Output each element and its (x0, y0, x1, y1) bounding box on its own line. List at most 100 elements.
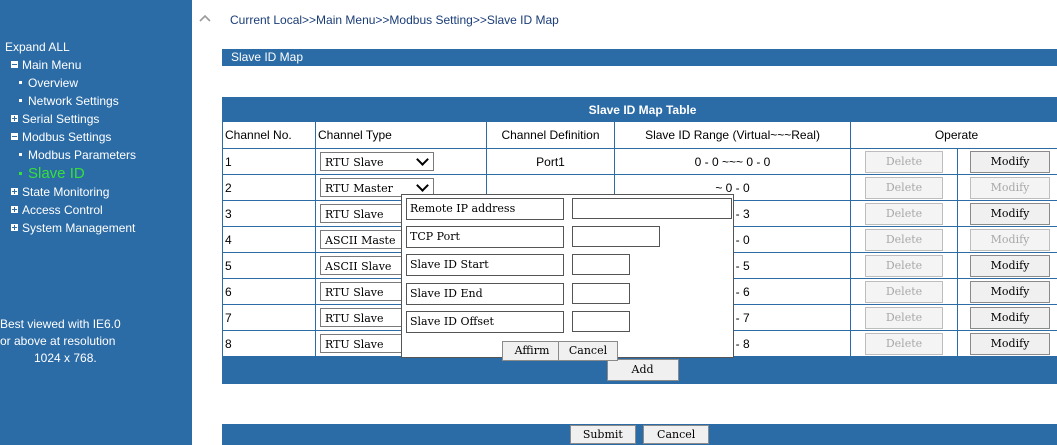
modify-cell: Modify (956, 200, 1057, 227)
modify-cell: Modify (956, 174, 1057, 201)
delete-button[interactable]: Delete (865, 202, 943, 225)
sidebar-item-modbus-parameters[interactable]: Modbus Parameters (0, 146, 192, 164)
delete-cell: Delete (850, 174, 958, 201)
modify-cell: Modify (956, 252, 1057, 279)
delete-button[interactable]: Delete (865, 176, 943, 199)
sidebar-item-label: Slave ID (28, 165, 85, 182)
channel-type-value: RTU Slave (325, 286, 384, 299)
channel-no: 6 (222, 278, 316, 305)
channel-type-value: RTU Slave (325, 338, 384, 351)
delete-button[interactable]: Delete (865, 228, 943, 251)
slave-id-offset-input[interactable] (572, 311, 630, 332)
sidebar-item-label: Serial Settings (22, 112, 100, 126)
channel-type-value: RTU Master (325, 182, 393, 195)
add-cell: Add (221, 356, 1057, 384)
plus-box-icon (11, 224, 18, 232)
channel-type-value: ASCII Slave (325, 260, 392, 273)
table-title-row: Slave ID Map Table (221, 97, 1057, 122)
delete-cell: Delete (850, 278, 958, 305)
remote-ip-address-label: Remote IP address (406, 198, 564, 220)
sidebar-item-slave-id[interactable]: Slave ID (0, 164, 192, 183)
modify-cell: Modify (956, 226, 1057, 253)
modify-cell: Modify (956, 304, 1057, 331)
table-title: Slave ID Map Table (221, 97, 1057, 122)
bullet-icon (19, 99, 22, 103)
channel-type-select[interactable]: RTU Slave (320, 152, 434, 171)
popup-cancel-button[interactable]: Cancel (558, 341, 618, 361)
column-header: Channel No. (222, 121, 316, 149)
browser-note: Best viewed with IE6.0 or above at resol… (0, 316, 130, 367)
sidebar-item-label: State Monitoring (22, 185, 110, 199)
chevron-down-icon (416, 153, 429, 166)
delete-button[interactable]: Delete (865, 254, 943, 277)
slave-id-end-input[interactable] (572, 283, 630, 304)
chevron-down-icon (416, 179, 429, 192)
modify-button[interactable]: Modify (970, 150, 1051, 173)
browser-note-line: or above at resolution (0, 334, 116, 348)
modify-button[interactable]: Modify (970, 202, 1051, 225)
popup-actions: Affirm Cancel (502, 341, 618, 361)
delete-cell: Delete (850, 148, 958, 175)
sidebar-item-label: Modbus Parameters (28, 148, 137, 162)
plus-box-icon (11, 188, 18, 196)
modify-button[interactable]: Modify (970, 228, 1051, 251)
sidebar-item-access-control[interactable]: Access Control (0, 201, 192, 219)
plus-box-icon (11, 206, 18, 214)
scroll-up-icon[interactable] (199, 13, 211, 23)
column-header: Slave ID Range (Virtual~~~Real) (614, 121, 851, 149)
minus-box-icon (11, 61, 18, 69)
sidebar-item-serial-settings[interactable]: Serial Settings (0, 110, 192, 128)
add-row: Add (221, 356, 1057, 384)
section-header: Slave ID Map (222, 49, 1057, 66)
bullet-icon (19, 81, 22, 85)
tcp-port-label: TCP Port (406, 226, 564, 248)
sidebar-item-system-management[interactable]: System Management (0, 219, 192, 237)
channel-type-value: ASCII Maste (325, 234, 396, 247)
add-button[interactable]: Add (606, 359, 679, 381)
modify-button[interactable]: Modify (970, 280, 1051, 303)
sidebar-item-overview[interactable]: Overview (0, 74, 192, 92)
sidebar-item-network-settings[interactable]: Network Settings (0, 92, 192, 110)
delete-button[interactable]: Delete (865, 306, 943, 329)
tcp-port-input[interactable] (572, 226, 660, 247)
submit-button[interactable]: Submit (569, 425, 636, 444)
modify-button[interactable]: Modify (970, 254, 1051, 277)
modify-cell: Modify (956, 330, 1057, 357)
remote-ip-address-input[interactable] (572, 198, 732, 219)
sidebar-item-label: Overview (28, 76, 79, 90)
channel-no: 5 (222, 252, 316, 279)
submit-bar: Submit Cancel (222, 424, 1057, 445)
delete-button[interactable]: Delete (865, 332, 943, 355)
sidebar-item-modbus-settings[interactable]: Modbus Settings (0, 128, 192, 146)
channel-no: 2 (222, 174, 316, 201)
minus-box-icon (11, 133, 18, 141)
delete-button[interactable]: Delete (865, 150, 943, 173)
modify-button[interactable]: Modify (970, 176, 1051, 199)
slave-id-offset-label: Slave ID Offset (406, 311, 564, 333)
affirm-button[interactable]: Affirm (502, 341, 562, 361)
slave-id-start-input[interactable] (572, 254, 630, 275)
column-header: Channel Definition (486, 121, 615, 149)
table-header-row: Channel No. Channel Type Channel Definit… (222, 121, 1057, 149)
channel-no: 1 (222, 148, 316, 175)
bullet-icon (19, 153, 22, 157)
delete-button[interactable]: Delete (865, 280, 943, 303)
expand-all-link[interactable]: Expand ALL (5, 40, 70, 54)
sidebar-item-state-monitoring[interactable]: State Monitoring (0, 183, 192, 201)
delete-cell: Delete (850, 200, 958, 227)
delete-cell: Delete (850, 330, 958, 357)
modify-button[interactable]: Modify (970, 306, 1051, 329)
bullet-icon (19, 171, 22, 175)
sidebar-item-main-menu[interactable]: Main Menu (0, 56, 192, 74)
channel-no: 7 (222, 304, 316, 331)
sidebar-item-label: Modbus Settings (22, 130, 112, 144)
channel-definition: Port1 (486, 148, 615, 175)
cancel-button[interactable]: Cancel (643, 425, 710, 444)
delete-cell: Delete (850, 226, 958, 253)
browser-note-line: 1024 x 768. (34, 351, 97, 365)
column-header: Channel Type (315, 121, 487, 149)
channel-type-value: RTU Slave (325, 312, 384, 325)
channel-type-value: RTU Slave (325, 208, 384, 221)
sidebar-item-label: Access Control (22, 203, 103, 217)
modify-button[interactable]: Modify (970, 332, 1051, 355)
